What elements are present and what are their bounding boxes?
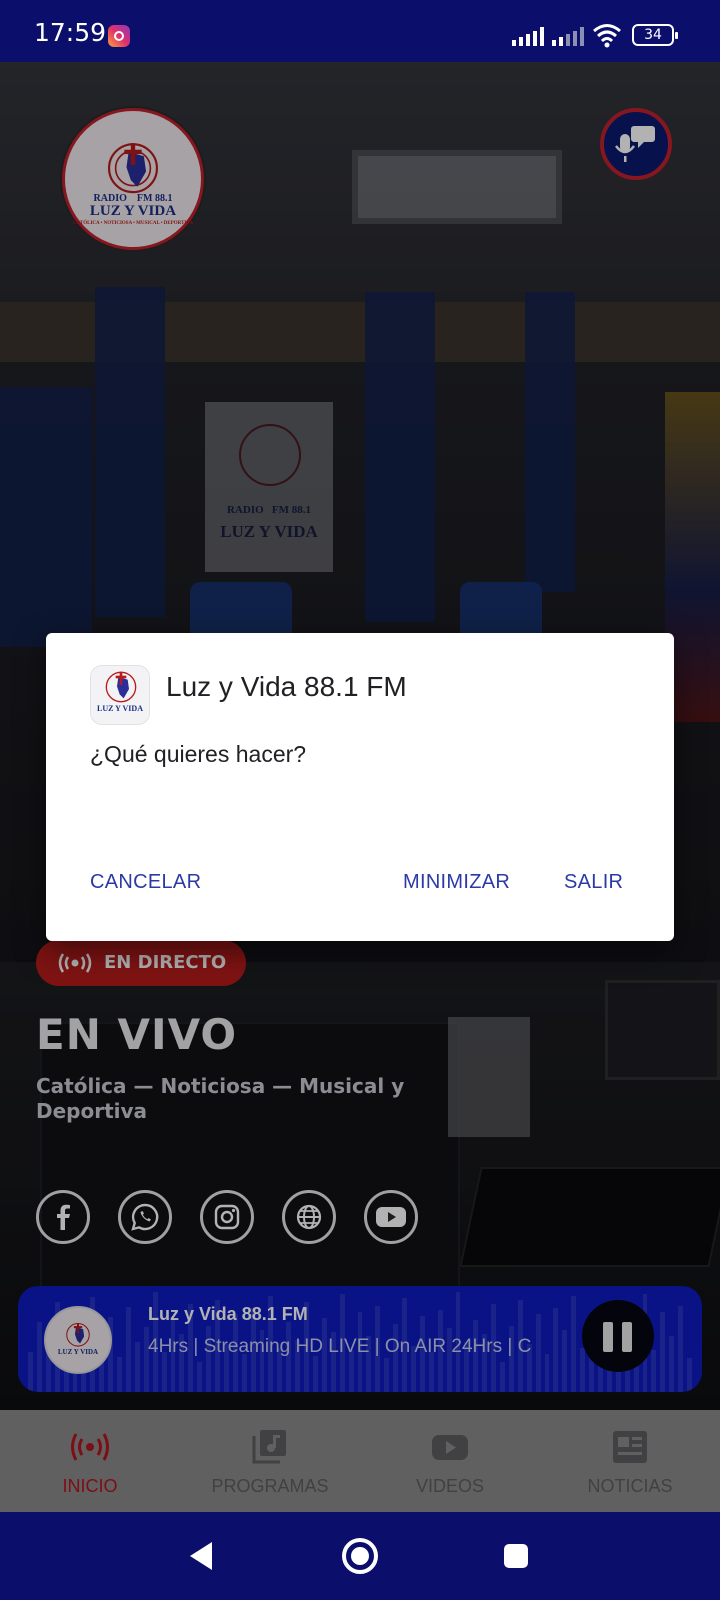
dialog-title: Luz y Vida 88.1 FM bbox=[166, 671, 407, 702]
signal-icon bbox=[512, 26, 544, 46]
wifi-icon bbox=[593, 24, 621, 48]
signal-2-icon bbox=[552, 26, 584, 46]
dialog-app-icon: LUZ Y VIDA bbox=[90, 665, 150, 725]
exit-dialog: LUZ Y VIDA Luz y Vida 88.1 FM ¿Qué quier… bbox=[46, 633, 674, 941]
recents-icon[interactable] bbox=[502, 1542, 530, 1570]
system-navigation-bar bbox=[0, 1512, 720, 1600]
dialog-message: ¿Qué quieres hacer? bbox=[90, 741, 307, 767]
cancel-button[interactable]: CANCELAR bbox=[90, 871, 201, 894]
back-icon[interactable] bbox=[186, 1540, 216, 1572]
status-bar: 17:59 34 bbox=[0, 0, 720, 62]
minimize-button[interactable]: MINIMIZAR bbox=[403, 871, 510, 894]
instagram-notification-icon bbox=[108, 25, 130, 47]
clock: 17:59 bbox=[34, 18, 107, 47]
home-icon[interactable] bbox=[340, 1536, 380, 1576]
exit-button[interactable]: SALIR bbox=[564, 871, 623, 894]
battery-icon: 34 bbox=[632, 24, 678, 46]
